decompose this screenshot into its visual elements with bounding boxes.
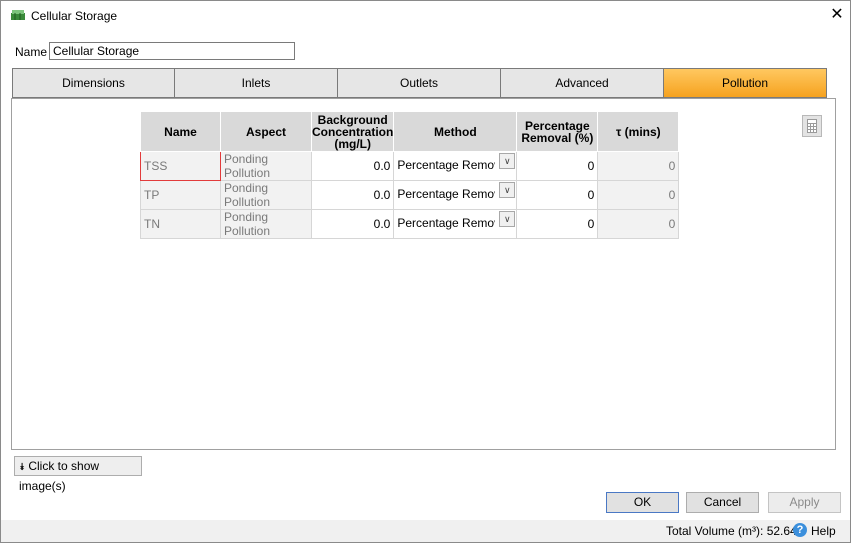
method-value: Percentage Removal bbox=[397, 186, 495, 201]
cell-tau: 0 bbox=[597, 180, 680, 210]
tab-outlets[interactable]: Outlets bbox=[337, 68, 501, 98]
col-header-background-concentration[interactable]: Background Concentration (mg/L) bbox=[310, 111, 395, 152]
cell-tau: 0 bbox=[597, 209, 680, 239]
name-input[interactable] bbox=[49, 42, 295, 60]
method-value: Percentage Removal bbox=[397, 157, 495, 172]
cell-name[interactable]: TSS bbox=[140, 151, 221, 181]
cell-name[interactable]: TN bbox=[140, 209, 221, 239]
close-icon[interactable]: ✕ bbox=[827, 5, 847, 25]
status-bar: Total Volume (m³): 52.640 ? Help bbox=[1, 520, 850, 542]
calculator-icon[interactable] bbox=[802, 115, 822, 137]
cell-percentage-removal[interactable]: 0 bbox=[516, 209, 599, 239]
cell-tau: 0 bbox=[597, 151, 680, 181]
chevron-down-icon[interactable]: ∨ bbox=[499, 182, 516, 198]
cell-percentage-removal[interactable]: 0 bbox=[516, 151, 599, 181]
table-row: TN Ponding Pollution 0.0 Percentage Remo… bbox=[140, 209, 680, 239]
cell-name[interactable]: TP bbox=[140, 180, 221, 210]
cancel-button[interactable]: Cancel bbox=[686, 492, 759, 513]
cell-background-concentration[interactable]: 0.0 bbox=[310, 151, 395, 181]
col-header-name[interactable]: Name bbox=[140, 111, 221, 152]
show-images-button[interactable]: ⯯ Click to show image(s) bbox=[14, 456, 142, 493]
window-title: Cellular Storage bbox=[31, 9, 118, 23]
cell-aspect: Ponding Pollution bbox=[220, 180, 312, 210]
table-row: TP Ponding Pollution 0.0 Percentage Remo… bbox=[140, 180, 680, 210]
ok-button[interactable]: OK bbox=[606, 492, 679, 513]
pollution-table: Name Aspect Background Concentration (mg… bbox=[140, 111, 680, 239]
tab-dimensions[interactable]: Dimensions bbox=[12, 68, 175, 98]
title-bar: Cellular Storage ✕ bbox=[1, 1, 850, 31]
help-link[interactable]: Help bbox=[811, 524, 836, 538]
cell-aspect: Ponding Pollution bbox=[220, 209, 312, 239]
cell-background-concentration[interactable]: 0.0 bbox=[310, 180, 395, 210]
name-label: Name bbox=[15, 45, 48, 59]
tab-advanced[interactable]: Advanced bbox=[500, 68, 664, 98]
cellular-storage-icon bbox=[11, 10, 25, 20]
tab-strip: Dimensions Inlets Outlets Advanced Pollu… bbox=[12, 68, 827, 98]
help-icon[interactable]: ? bbox=[793, 523, 807, 537]
cell-method[interactable]: Percentage Removal ∨ bbox=[393, 180, 518, 210]
cell-percentage-removal[interactable]: 0 bbox=[516, 180, 599, 210]
apply-button[interactable]: Apply bbox=[768, 492, 841, 513]
dialog-window: Cellular Storage ✕ Name Dimensions Inlet… bbox=[0, 0, 851, 543]
col-header-percentage-removal[interactable]: Percentage Removal (%) bbox=[516, 111, 599, 152]
cell-background-concentration[interactable]: 0.0 bbox=[310, 209, 395, 239]
tab-inlets[interactable]: Inlets bbox=[174, 68, 338, 98]
col-header-aspect[interactable]: Aspect bbox=[220, 111, 312, 152]
show-images-label: Click to show image(s) bbox=[19, 459, 100, 493]
total-volume-text: Total Volume (m³): 52.640 bbox=[666, 524, 804, 538]
table-row: TSS Ponding Pollution 0.0 Percentage Rem… bbox=[140, 151, 680, 181]
cell-method[interactable]: Percentage Removal ∨ bbox=[393, 151, 518, 181]
cell-method[interactable]: Percentage Removal ∨ bbox=[393, 209, 518, 239]
chevron-down-icon[interactable]: ∨ bbox=[499, 211, 516, 227]
method-value: Percentage Removal bbox=[397, 215, 495, 230]
double-chevron-down-icon: ⯯ bbox=[19, 462, 25, 473]
chevron-down-icon[interactable]: ∨ bbox=[499, 153, 516, 169]
cell-aspect: Ponding Pollution bbox=[220, 151, 312, 181]
col-header-method[interactable]: Method bbox=[393, 111, 518, 152]
tab-pollution[interactable]: Pollution bbox=[663, 68, 827, 98]
col-header-tau[interactable]: τ (mins) bbox=[597, 111, 680, 152]
